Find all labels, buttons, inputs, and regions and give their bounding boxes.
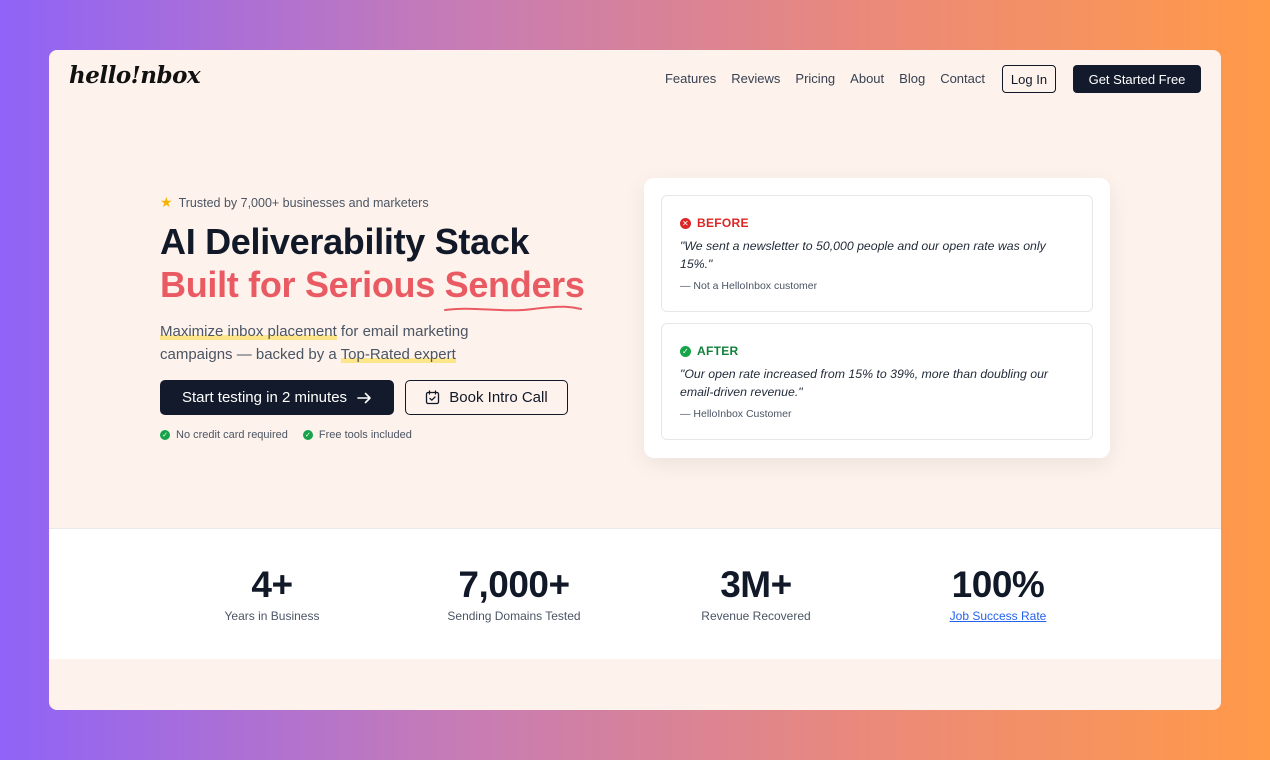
browser-window: hello!nbox Features Reviews Pricing Abou… [49,50,1221,710]
nav-link-blog[interactable]: Blog [899,71,925,86]
hero-title-line2: Built for Serious Senders [160,264,585,312]
hero-checks: ✓ No credit card required ✓ Free tools i… [160,429,412,441]
stat-label: Sending Domains Tested [447,609,581,623]
stat-label: Years in Business [224,609,320,623]
book-intro-call-label: Book Intro Call [449,389,548,406]
hero-title-highlight-text: Senders [444,264,585,305]
stat-value: 100% [951,564,1045,605]
trusted-badge: ★ Trusted by 7,000+ businesses and marke… [160,194,429,211]
stat-value: 4+ [251,564,293,605]
stat-revenue: 3M+ Revenue Recovered [656,564,856,624]
job-success-link[interactable]: Job Success Rate [898,609,1098,623]
subtitle-highlight-1: Maximize inbox placement [160,323,337,340]
after-header: ✓ AFTER [680,344,739,358]
logo[interactable]: hello!nbox [69,62,201,89]
nav-link-features[interactable]: Features [665,71,716,86]
check-text-2: Free tools included [318,429,412,441]
nav-link-reviews[interactable]: Reviews [731,71,780,86]
nav-link-about[interactable]: About [850,71,884,86]
stats-section: 4+ Years in Business 7,000+ Sending Doma… [49,528,1221,659]
arrow-right-icon [357,392,371,403]
hero-title-highlight: Senders [443,264,585,312]
check-text-1: No credit card required [176,429,288,441]
before-author: — Not a HelloInbox customer [680,280,818,292]
top-navigation: hello!nbox Features Reviews Pricing Abou… [49,50,1221,108]
x-circle-icon: ✕ [680,217,691,229]
stat-years: 4+ Years in Business [172,564,372,624]
calendar-icon [426,390,440,405]
start-testing-button[interactable]: Start testing in 2 minutes [160,380,394,415]
stat-value: 3M+ [720,564,792,605]
after-quote: "Our open rate increased from 15% to 39%… [680,367,1049,399]
nav-link-pricing[interactable]: Pricing [795,71,835,86]
before-quote: "We sent a newsletter to 50,000 people a… [680,239,1046,271]
before-header: ✕ BEFORE [680,216,749,230]
get-started-button[interactable]: Get Started Free [1073,65,1201,93]
stat-value: 7,000+ [458,564,570,605]
book-intro-call-button[interactable]: Book Intro Call [405,380,568,415]
after-quote-box: ✓ AFTER "Our open rate increased from 15… [661,323,1093,440]
squiggle-underline-icon [443,305,582,312]
before-after-card: ✕ BEFORE "We sent a newsletter to 50,000… [644,178,1110,458]
start-testing-label: Start testing in 2 minutes [181,389,348,406]
login-button[interactable]: Log In [1002,65,1056,93]
check-free-tools: ✓ Free tools included [302,429,412,441]
hero-title-prefix: Built for Serious [160,264,445,305]
trusted-text: Trusted by 7,000+ businesses and markete… [178,195,429,210]
subtitle-highlight-2: Top-Rated expert [340,346,456,363]
before-quote-box: ✕ BEFORE "We sent a newsletter to 50,000… [661,195,1093,312]
stat-success: 100% Job Success Rate [898,564,1098,624]
star-icon: ★ [160,194,173,210]
after-author: — HelloInbox Customer [680,408,792,420]
hero-subtitle: Maximize inbox placement for email marke… [160,320,520,366]
check-circle-icon: ✓ [302,430,313,440]
stat-label: Revenue Recovered [701,609,811,623]
after-label: AFTER [697,344,739,358]
nav-link-contact[interactable]: Contact [940,71,985,86]
check-circle-icon: ✓ [680,345,691,357]
nav-links: Features Reviews Pricing About Blog Cont… [665,71,985,86]
before-label: BEFORE [697,216,749,230]
check-circle-icon: ✓ [160,430,170,440]
stat-domains: 7,000+ Sending Domains Tested [414,564,614,624]
hero-title-line1: AI Deliverability Stack [160,221,530,262]
check-no-credit-card: ✓ No credit card required [160,429,288,441]
